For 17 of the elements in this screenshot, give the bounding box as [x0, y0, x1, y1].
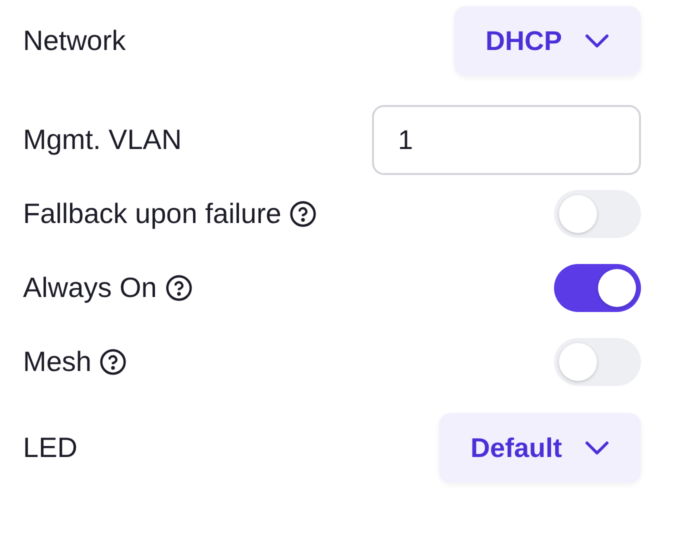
- setting-label: Network: [23, 24, 126, 58]
- setting-label: LED: [23, 431, 78, 465]
- dropdown[interactable]: DHCP: [454, 6, 641, 76]
- input-field[interactable]: 1: [372, 105, 641, 175]
- setting-label: Mgmt. VLAN: [23, 123, 182, 157]
- help-icon[interactable]: [164, 274, 193, 302]
- toggle-switch[interactable]: [554, 190, 641, 238]
- help-icon[interactable]: [289, 200, 318, 228]
- toggle-switch[interactable]: [554, 338, 641, 386]
- chevron-down-icon: [584, 440, 610, 456]
- setting-label: Always On: [23, 271, 157, 305]
- toggle-switch[interactable]: [554, 264, 641, 312]
- setting-label: Fallback upon failure: [23, 197, 282, 231]
- setting-label: Mesh: [23, 345, 92, 379]
- help-icon[interactable]: [99, 348, 128, 376]
- chevron-down-icon: [584, 33, 610, 49]
- dropdown[interactable]: Default: [439, 413, 641, 483]
